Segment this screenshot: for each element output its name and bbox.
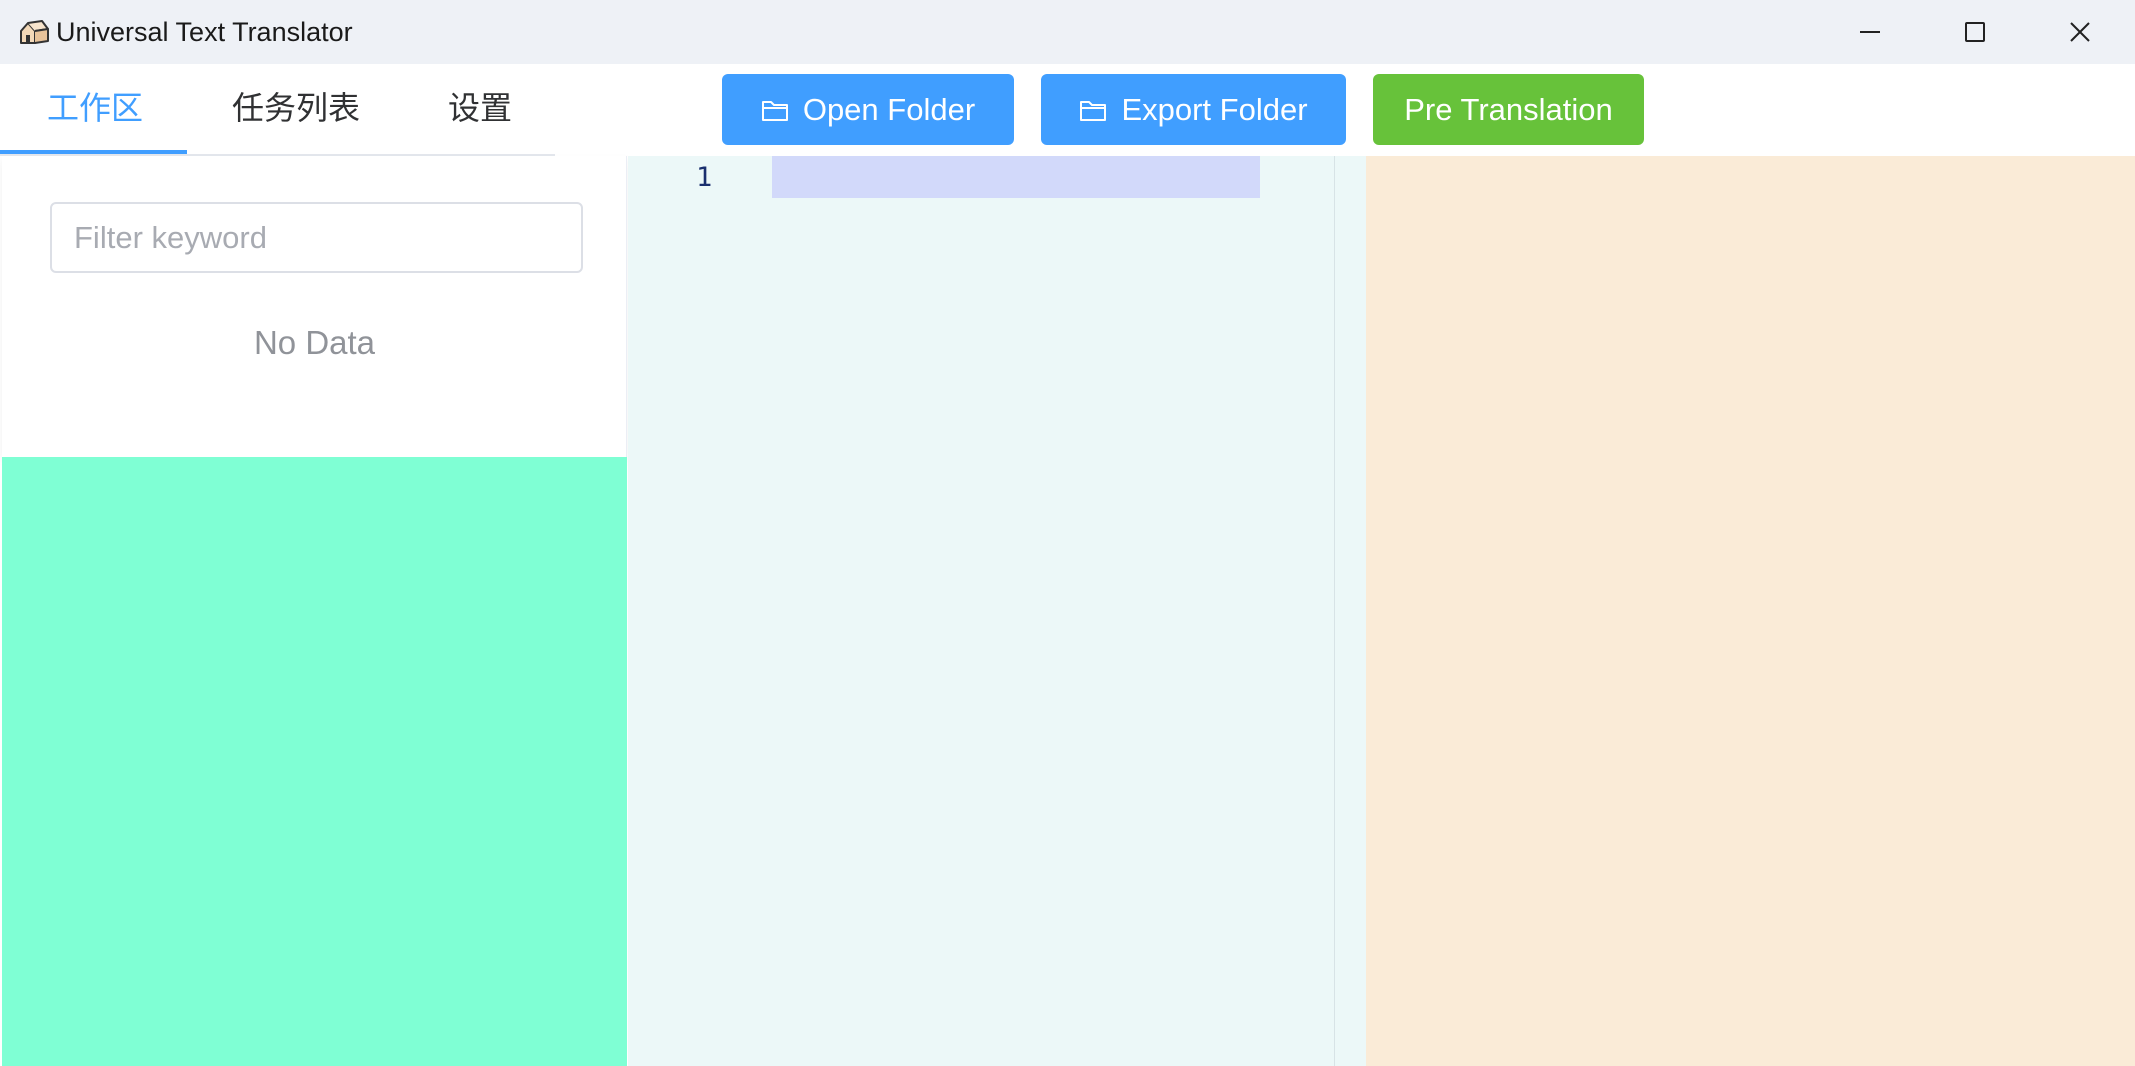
app-house-icon	[18, 18, 50, 46]
minimize-icon	[1860, 31, 1880, 33]
window-title: Universal Text Translator	[56, 17, 353, 47]
tab-bar: 工作区 任务列表 设置	[0, 64, 555, 156]
open-folder-label: Open Folder	[802, 91, 976, 127]
pre-translation-label: Pre Translation	[1404, 91, 1613, 127]
source-editor[interactable]: 1	[628, 156, 1335, 1066]
tab-workspace[interactable]: 工作区	[47, 86, 143, 130]
editor-scroll-gutter	[1335, 156, 1366, 1066]
current-line-highlight	[772, 156, 1260, 198]
maximize-icon	[1965, 22, 1985, 42]
pre-translation-button[interactable]: Pre Translation	[1373, 74, 1644, 145]
maximize-button[interactable]	[1923, 0, 2027, 64]
sidebar-empty-area	[2, 457, 627, 1066]
filter-keyword-input[interactable]	[50, 202, 583, 273]
top-bar: 工作区 任务列表 设置 Open Folder Export Folder Pr…	[0, 64, 2135, 156]
folder-icon	[1080, 100, 1107, 121]
minimize-button[interactable]	[1818, 0, 1922, 64]
translation-panel	[1366, 156, 2135, 1066]
empty-state-text: No Data	[253, 324, 376, 361]
close-icon	[2070, 22, 2090, 42]
line-number: 1	[696, 162, 713, 193]
file-tree-panel: No Data	[2, 156, 627, 457]
tab-task-list[interactable]: 任务列表	[232, 86, 360, 130]
tab-settings[interactable]: 设置	[448, 86, 512, 130]
title-bar: Universal Text Translator	[0, 0, 2135, 64]
active-tab-indicator	[0, 150, 187, 154]
export-folder-label: Export Folder	[1121, 91, 1308, 127]
export-folder-button[interactable]: Export Folder	[1041, 74, 1346, 145]
open-folder-button[interactable]: Open Folder	[722, 74, 1014, 145]
close-button[interactable]	[2028, 0, 2132, 64]
folder-icon	[761, 100, 788, 121]
